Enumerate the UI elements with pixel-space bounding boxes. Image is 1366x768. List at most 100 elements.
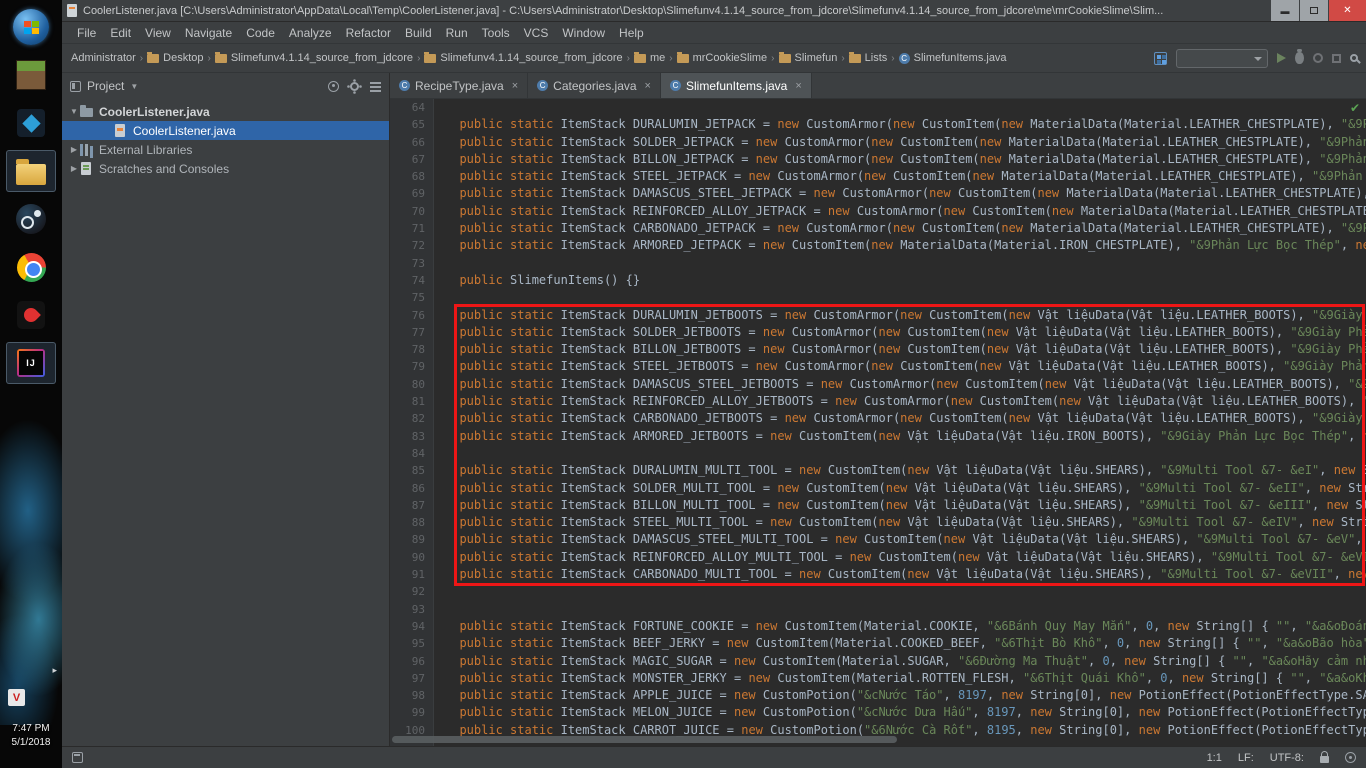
- menu-code[interactable]: Code: [239, 26, 282, 40]
- code-line-89[interactable]: public static ItemStack DAMASCUS_STEEL_M…: [445, 531, 1366, 548]
- line-separator-indicator[interactable]: LF:: [1238, 752, 1254, 764]
- debug-button[interactable]: [1295, 52, 1304, 64]
- menu-navigate[interactable]: Navigate: [178, 26, 239, 40]
- menu-build[interactable]: Build: [398, 26, 439, 40]
- code-line-84[interactable]: [445, 445, 1366, 462]
- code-line-65[interactable]: public static ItemStack DURALUMIN_JETPAC…: [445, 116, 1366, 133]
- tray-app-icon[interactable]: V: [8, 689, 25, 706]
- menu-tools[interactable]: Tools: [475, 26, 517, 40]
- breadcrumb-item[interactable]: me: [633, 52, 666, 64]
- code-line-92[interactable]: [445, 583, 1366, 600]
- menu-view[interactable]: View: [138, 26, 178, 40]
- locate-file-icon[interactable]: [328, 81, 339, 92]
- breadcrumb-item[interactable]: Slimefun: [778, 52, 839, 64]
- code-line-73[interactable]: [445, 255, 1366, 272]
- run-configuration-select[interactable]: [1176, 49, 1268, 68]
- collapse-all-icon[interactable]: [370, 82, 381, 84]
- code-line-87[interactable]: public static ItemStack BILLON_MULTI_TOO…: [445, 497, 1366, 514]
- code-line-81[interactable]: public static ItemStack REINFORCED_ALLOY…: [445, 393, 1366, 410]
- menu-run[interactable]: Run: [439, 26, 475, 40]
- run-button[interactable]: [1277, 53, 1286, 63]
- tree-down-arrow-icon[interactable]: ▼: [68, 107, 80, 116]
- menu-window[interactable]: Window: [555, 26, 612, 40]
- code-line-97[interactable]: public static ItemStack MONSTER_JERKY = …: [445, 670, 1366, 687]
- code-line-83[interactable]: public static ItemStack ARMORED_JETBOOTS…: [445, 428, 1366, 445]
- code-line-94[interactable]: public static ItemStack FORTUNE_COOKIE =…: [445, 618, 1366, 635]
- code-line-99[interactable]: public static ItemStack MELON_JUICE = ne…: [445, 704, 1366, 721]
- project-panel-title[interactable]: Project: [87, 79, 124, 93]
- inspection-ok-icon[interactable]: ✔: [1350, 101, 1360, 115]
- code-line-69[interactable]: public static ItemStack DAMASCUS_STEEL_J…: [445, 185, 1366, 202]
- code-line-93[interactable]: [445, 601, 1366, 618]
- close-tab-icon[interactable]: ×: [645, 80, 651, 92]
- code-line-71[interactable]: public static ItemStack CARBONADO_JETPAC…: [445, 220, 1366, 237]
- code-line-90[interactable]: public static ItemStack REINFORCED_ALLOY…: [445, 549, 1366, 566]
- tree-item-external-libraries[interactable]: ▶External Libraries: [62, 140, 389, 159]
- toolwindow-toggle-icon[interactable]: [72, 752, 83, 763]
- code-line-82[interactable]: public static ItemStack CARBONADO_JETBOO…: [445, 410, 1366, 427]
- breadcrumb-item[interactable]: Lists: [848, 52, 889, 64]
- code-editor[interactable]: 6465666768697071727374757677787980818283…: [390, 99, 1366, 746]
- code-line-67[interactable]: public static ItemStack BILLON_JETPACK =…: [445, 151, 1366, 168]
- taskbar-app-icon[interactable]: [6, 102, 56, 144]
- tray-expand-icon[interactable]: ▸: [52, 665, 57, 676]
- breadcrumb-item[interactable]: Slimefunv4.1.14_source_from_jdcore: [214, 52, 414, 64]
- maximize-button[interactable]: [1299, 0, 1328, 21]
- horizontal-scrollbar[interactable]: [392, 736, 1364, 745]
- taskbar-steam-icon[interactable]: [6, 198, 56, 240]
- title-bar[interactable]: CoolerListener.java [C:\Users\Administra…: [62, 0, 1366, 22]
- menu-help[interactable]: Help: [612, 26, 651, 40]
- tree-right-arrow-icon[interactable]: ▶: [68, 145, 80, 154]
- menu-refactor[interactable]: Refactor: [339, 26, 398, 40]
- lock-icon[interactable]: [1320, 756, 1329, 763]
- caret-position[interactable]: 1:1: [1207, 752, 1222, 764]
- code-line-74[interactable]: public SlimefunItems() {}: [445, 272, 1366, 289]
- gear-icon[interactable]: [350, 82, 359, 91]
- breadcrumb-item[interactable]: Desktop: [146, 52, 204, 64]
- tree-right-arrow-icon[interactable]: ▶: [68, 164, 80, 173]
- close-tab-icon[interactable]: ×: [795, 80, 801, 92]
- menu-analyze[interactable]: Analyze: [282, 26, 339, 40]
- encoding-indicator[interactable]: UTF-8:: [1270, 752, 1304, 764]
- menu-file[interactable]: File: [70, 26, 103, 40]
- breadcrumb-item[interactable]: Slimefunv4.1.14_source_from_jdcore: [423, 52, 623, 64]
- start-button[interactable]: [6, 6, 56, 48]
- editor-tab-slimefunitems.java[interactable]: CSlimefunItems.java×: [661, 73, 812, 98]
- menu-edit[interactable]: Edit: [103, 26, 138, 40]
- code-line-66[interactable]: public static ItemStack SOLDER_JETPACK =…: [445, 134, 1366, 151]
- taskbar-clock[interactable]: 7:47 PM 5/1/2018: [0, 722, 62, 750]
- code-line-64[interactable]: [445, 99, 1366, 116]
- code-line-76[interactable]: public static ItemStack DURALUMIN_JETBOO…: [445, 307, 1366, 324]
- code-line-78[interactable]: public static ItemStack BILLON_JETBOOTS …: [445, 341, 1366, 358]
- menu-vcs[interactable]: VCS: [517, 26, 556, 40]
- tree-item-coolerlistener-java[interactable]: CoolerListener.java: [62, 121, 389, 140]
- code-view[interactable]: public static ItemStack DURALUMIN_JETPAC…: [435, 99, 1366, 746]
- code-line-96[interactable]: public static ItemStack MAGIC_SUGAR = ne…: [445, 653, 1366, 670]
- taskbar-chrome-icon[interactable]: [6, 246, 56, 288]
- code-line-75[interactable]: [445, 289, 1366, 306]
- code-line-80[interactable]: public static ItemStack DAMASCUS_STEEL_J…: [445, 376, 1366, 393]
- editor-tab-recipetype.java[interactable]: CRecipeType.java×: [390, 73, 528, 98]
- tree-item-scratches-and-consoles[interactable]: ▶Scratches and Consoles: [62, 159, 389, 178]
- code-line-95[interactable]: public static ItemStack BEEF_JERKY = new…: [445, 635, 1366, 652]
- highlighting-level-icon[interactable]: [1345, 752, 1356, 763]
- code-line-79[interactable]: public static ItemStack STEEL_JETBOOTS =…: [445, 358, 1366, 375]
- code-line-70[interactable]: public static ItemStack REINFORCED_ALLOY…: [445, 203, 1366, 220]
- taskbar-minecraft-icon[interactable]: [6, 54, 56, 96]
- breadcrumb-item[interactable]: CSlimefunItems.java: [898, 52, 1008, 64]
- code-line-72[interactable]: public static ItemStack ARMORED_JETPACK …: [445, 237, 1366, 254]
- breadcrumb-item[interactable]: Administrator: [70, 52, 137, 64]
- code-line-91[interactable]: public static ItemStack CARBONADO_MULTI_…: [445, 566, 1366, 583]
- minimize-button[interactable]: ▬: [1270, 0, 1299, 21]
- stop-button[interactable]: [1332, 54, 1341, 63]
- chevron-down-icon[interactable]: ▼: [130, 82, 138, 91]
- taskbar-intellij-icon[interactable]: IJ: [6, 342, 56, 384]
- code-line-85[interactable]: public static ItemStack DURALUMIN_MULTI_…: [445, 462, 1366, 479]
- search-everywhere-icon[interactable]: [1350, 54, 1358, 62]
- close-button[interactable]: ✕: [1328, 0, 1366, 21]
- taskbar-garena-icon[interactable]: [6, 294, 56, 336]
- code-line-86[interactable]: public static ItemStack SOLDER_MULTI_TOO…: [445, 480, 1366, 497]
- coverage-button[interactable]: [1313, 53, 1323, 63]
- code-line-68[interactable]: public static ItemStack STEEL_JETPACK = …: [445, 168, 1366, 185]
- code-line-98[interactable]: public static ItemStack APPLE_JUICE = ne…: [445, 687, 1366, 704]
